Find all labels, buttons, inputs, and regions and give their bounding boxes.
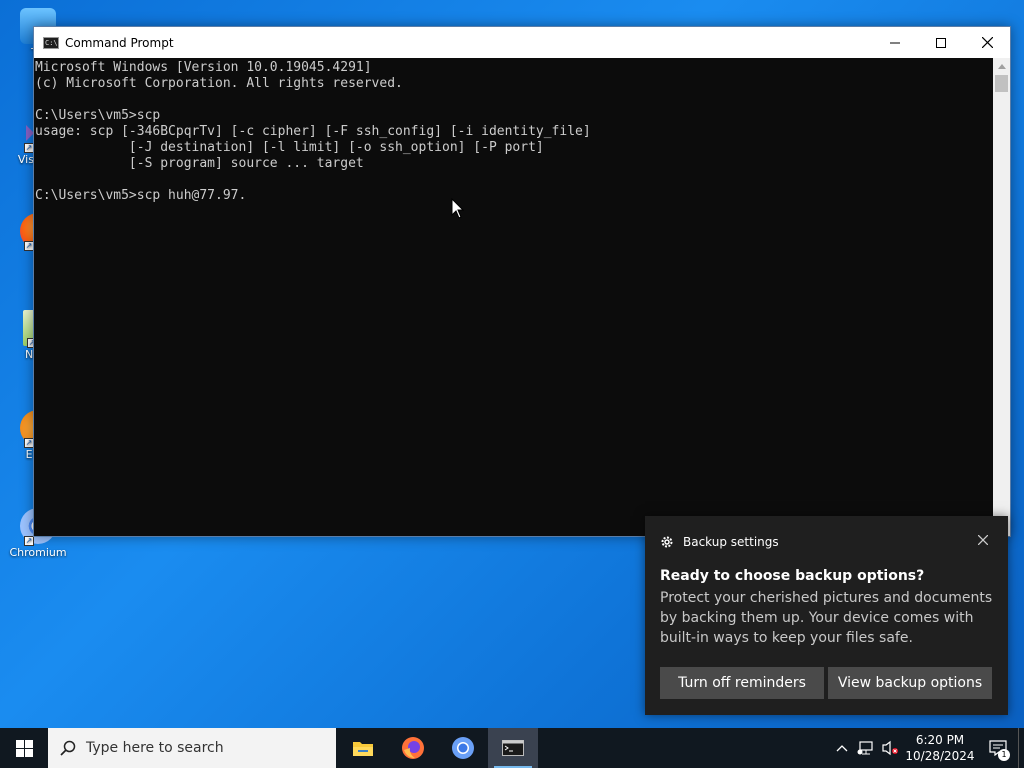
console-icon: C:\ <box>43 36 59 49</box>
search-placeholder: Type here to search <box>86 740 224 756</box>
chevron-up-icon <box>836 745 848 752</box>
taskbar-command-prompt[interactable] <box>488 728 538 768</box>
vertical-scrollbar[interactable] <box>993 58 1010 536</box>
windows-logo-icon <box>15 739 33 757</box>
system-tray: 6:20 PM 10/28/2024 1 <box>830 728 1024 768</box>
console-line: Microsoft Windows [Version 10.0.19045.42… <box>35 60 372 75</box>
gear-icon <box>661 536 673 548</box>
network-status-button[interactable] <box>854 728 878 768</box>
taskbar-search-box[interactable]: Type here to search <box>48 728 336 768</box>
desktop-icon-label: Chromium <box>9 546 67 559</box>
chromium-icon <box>452 737 474 759</box>
window-title: Command Prompt <box>65 35 174 50</box>
taskbar: Type here to search 6:20 PM 10/28/2024 1 <box>0 728 1024 768</box>
action-center-button[interactable]: 1 <box>978 728 1018 768</box>
console-line: [-J destination] [-l limit] [-o ssh_opti… <box>35 140 544 155</box>
command-prompt-window[interactable]: C:\ Command Prompt Microsoft Windows [Ve… <box>33 26 1011 537</box>
notification-count-badge: 1 <box>998 749 1010 761</box>
close-icon <box>981 37 993 48</box>
clock-time: 6:20 PM <box>915 733 965 747</box>
show-hidden-icons-button[interactable] <box>830 728 854 768</box>
backup-notification[interactable]: Backup settings Ready to choose backup o… <box>645 516 1008 715</box>
notification-title: Ready to choose backup options? <box>660 568 925 584</box>
notification-body: Protect your cherished pictures and docu… <box>660 590 993 646</box>
folder-icon <box>353 742 373 756</box>
network-disconnected-icon <box>857 741 873 755</box>
scroll-up-button[interactable] <box>993 58 1010 75</box>
show-desktop-button[interactable] <box>1018 728 1024 768</box>
console-line: usage: scp [-346BCpqrTv] [-c cipher] [-F… <box>35 124 591 139</box>
search-icon <box>60 740 76 756</box>
window-controls <box>872 27 1010 58</box>
maximize-icon <box>936 37 946 48</box>
console-output[interactable]: Microsoft Windows [Version 10.0.19045.42… <box>34 58 993 536</box>
volume-muted-icon <box>882 740 898 756</box>
firefox-icon <box>402 737 424 759</box>
minimize-icon <box>890 42 900 43</box>
taskbar-firefox[interactable] <box>388 728 438 768</box>
console-line: (c) Microsoft Corporation. All rights re… <box>35 76 403 91</box>
notification-app-name: Backup settings <box>683 535 779 549</box>
start-button[interactable] <box>0 728 48 768</box>
view-backup-options-button[interactable]: View backup options <box>828 667 992 699</box>
console-line: [-S program] source ... target <box>35 156 364 171</box>
console-icon <box>502 740 524 756</box>
taskbar-chromium[interactable] <box>438 728 488 768</box>
chevron-up-icon <box>997 64 1006 69</box>
shortcut-arrow-icon: ↗ <box>24 536 34 546</box>
volume-button[interactable] <box>878 728 902 768</box>
close-button[interactable] <box>964 27 1010 58</box>
notification-header: Backup settings <box>660 535 779 549</box>
title-bar[interactable]: C:\ Command Prompt <box>34 27 1010 58</box>
close-notification-icon[interactable] <box>978 535 988 545</box>
clock-date: 10/28/2024 <box>905 749 975 763</box>
scroll-thumb[interactable] <box>995 75 1008 92</box>
taskbar-file-explorer[interactable] <box>338 728 388 768</box>
mouse-cursor-icon <box>451 198 465 219</box>
turn-off-reminders-button[interactable]: Turn off reminders <box>660 667 824 699</box>
taskbar-clock[interactable]: 6:20 PM 10/28/2024 <box>902 732 978 764</box>
console-line-input[interactable]: C:\Users\vm5>scp huh@77.97. <box>35 188 993 204</box>
maximize-button[interactable] <box>918 27 964 58</box>
minimize-button[interactable] <box>872 27 918 58</box>
console-line: C:\Users\vm5>scp <box>35 108 161 123</box>
